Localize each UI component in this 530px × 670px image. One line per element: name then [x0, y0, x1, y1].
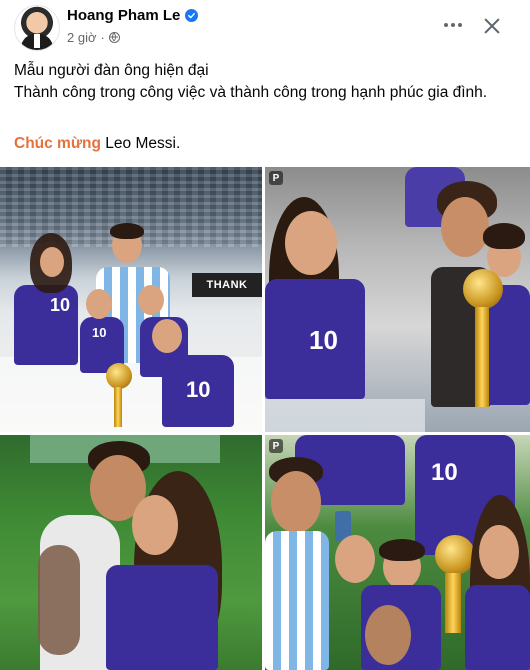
child-hair	[379, 539, 425, 561]
more-options-icon[interactable]	[440, 12, 466, 38]
person-hair	[110, 223, 144, 239]
person-face	[271, 471, 321, 533]
globe-icon	[108, 32, 120, 43]
avatar[interactable]	[14, 5, 60, 51]
photo-badge: P	[269, 439, 283, 453]
jersey-number: 10	[186, 377, 211, 402]
child-head	[138, 285, 164, 315]
photo-grid: THANK 10 10 10 P 10 P 10	[0, 167, 530, 670]
jersey-number: 10	[50, 295, 71, 315]
child-head	[152, 319, 182, 353]
photo-2[interactable]: P 10	[265, 167, 530, 432]
person-face	[479, 525, 519, 579]
congrats-line: Chúc mừng Leo Messi.	[14, 133, 180, 155]
verified-badge-icon	[185, 9, 199, 22]
trophy-stem	[475, 307, 489, 407]
photo-badge: P	[269, 171, 283, 185]
thank-banner: THANK	[192, 273, 262, 297]
post-text-line: Mẫu người đàn ông hiện đại	[14, 62, 209, 79]
trophy-icon	[463, 269, 503, 309]
trophy-icon	[435, 535, 475, 575]
person-face	[441, 197, 489, 257]
trophy-icon	[106, 363, 132, 389]
post-time[interactable]: 2 giờ	[67, 30, 97, 45]
floor	[265, 399, 425, 432]
person-face	[285, 211, 337, 275]
trophy-stem	[445, 573, 461, 633]
person-head	[365, 605, 411, 665]
child-hair	[483, 223, 525, 249]
jersey-number: 10	[431, 459, 458, 486]
close-icon[interactable]	[478, 12, 506, 40]
congrats-highlight[interactable]: Chúc mừng	[14, 135, 101, 152]
photo-4[interactable]: P 10	[265, 435, 530, 670]
jersey-number: 10	[309, 325, 338, 355]
child-head	[86, 289, 112, 319]
person-face	[40, 247, 64, 277]
person-head	[335, 535, 375, 583]
jersey	[465, 585, 530, 670]
argentina-jersey	[265, 531, 329, 670]
congrats-rest: Leo Messi.	[101, 135, 181, 152]
post-text-line: Thành công trong công việc và thành công…	[14, 84, 488, 101]
author-name[interactable]: Hoang Pham Le	[67, 7, 180, 24]
meta-separator: ·	[100, 30, 105, 45]
jersey-number: 10	[92, 325, 107, 340]
person-face	[132, 495, 178, 555]
photo-1[interactable]: THANK 10 10 10	[0, 167, 262, 432]
trophy-stem	[114, 387, 122, 427]
post-meta: 2 giờ ·	[67, 30, 120, 45]
post-header: Hoang Pham Le 2 giờ ·	[0, 0, 530, 56]
author-row: Hoang Pham Le	[67, 7, 199, 24]
photo-3[interactable]	[0, 435, 262, 670]
post-text: Mẫu người đàn ông hiện đại Thành công tr…	[14, 60, 514, 104]
tattooed-arm	[38, 545, 80, 655]
jersey	[106, 565, 218, 670]
